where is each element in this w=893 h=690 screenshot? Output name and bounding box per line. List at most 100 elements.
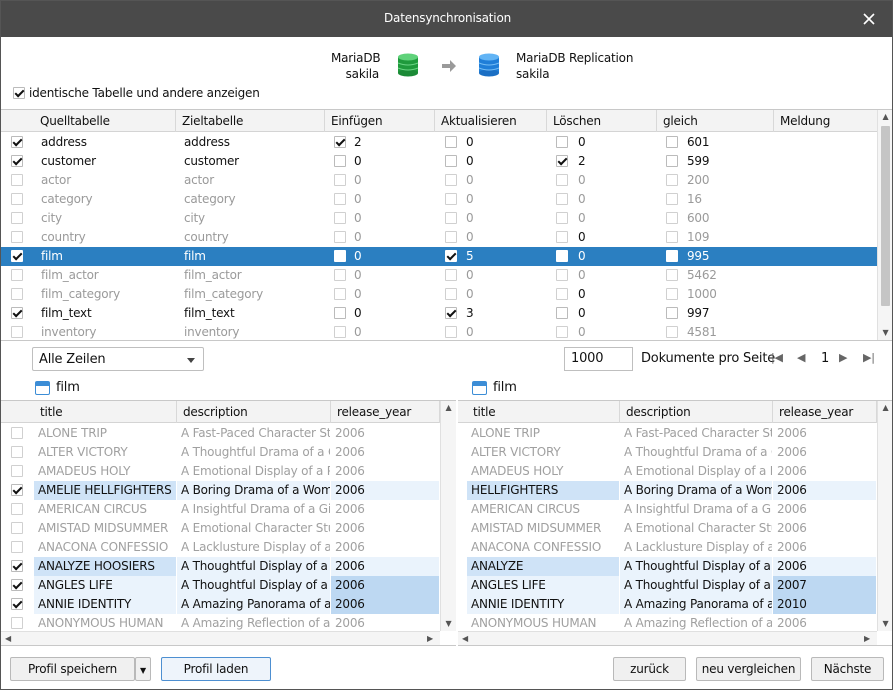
- scroll-right-icon[interactable]: ▶: [864, 632, 870, 645]
- row-checkbox[interactable]: [445, 250, 457, 262]
- table-row[interactable]: customer customer 0 0 2 599: [1, 152, 878, 171]
- row-checkbox[interactable]: [556, 155, 568, 167]
- row-checkbox[interactable]: [445, 155, 457, 167]
- data-row[interactable]: ANGLES LIFEA Thoughtful Display of a Wom…: [1, 576, 440, 595]
- row-checkbox[interactable]: [11, 427, 23, 439]
- row-checkbox[interactable]: [445, 231, 457, 243]
- column-header[interactable]: release_year: [331, 401, 440, 423]
- row-checkbox[interactable]: [334, 326, 346, 338]
- row-checkbox[interactable]: [445, 326, 457, 338]
- close-icon[interactable]: [860, 10, 878, 28]
- target-vertical-scrollbar[interactable]: ▲ ▼: [877, 401, 892, 631]
- row-checkbox[interactable]: [556, 174, 568, 186]
- save-profile-dropdown[interactable]: ▼: [135, 657, 151, 681]
- table-row[interactable]: inventory inventory 0 0 0 4581: [1, 323, 878, 342]
- row-checkbox[interactable]: [666, 250, 678, 262]
- target-horizontal-scrollbar[interactable]: ◀ ▶: [458, 631, 877, 645]
- scroll-down-icon[interactable]: ▼: [878, 326, 892, 340]
- column-header[interactable]: Zieltabelle: [176, 110, 325, 132]
- row-checkbox[interactable]: [666, 231, 678, 243]
- column-header[interactable]: gleich: [657, 110, 774, 132]
- save-profile-button[interactable]: Profil speichern: [10, 657, 135, 681]
- data-row[interactable]: AMISTAD MIDSUMMER A Emotional Character S…: [458, 519, 877, 538]
- compare-again-button[interactable]: neu vergleichen: [696, 657, 801, 681]
- table-row[interactable]: category category 0 0 0 16: [1, 190, 878, 209]
- row-checkbox[interactable]: [666, 212, 678, 224]
- row-checkbox[interactable]: [666, 193, 678, 205]
- data-row[interactable]: ANNIE IDENTITYA Amazing Panorama of a Pa…: [1, 595, 440, 614]
- table-row[interactable]: film_category film_category 0 0 0 1000: [1, 285, 878, 304]
- row-checkbox[interactable]: [11, 579, 23, 591]
- row-checkbox[interactable]: [666, 155, 678, 167]
- table-row[interactable]: actor actor 0 0 0 200: [1, 171, 878, 190]
- row-checkbox[interactable]: [11, 250, 23, 262]
- column-header[interactable]: Meldung: [774, 110, 878, 132]
- row-checkbox[interactable]: [11, 465, 23, 477]
- row-checkbox[interactable]: [334, 174, 346, 186]
- data-row[interactable]: AMADEUS HOLY A Emotional Display of a Pio…: [458, 462, 877, 481]
- data-row[interactable]: AMERICAN CIRCUS A Insightful Drama of a G…: [458, 500, 877, 519]
- data-row[interactable]: ANGLES LIFEA Thoughtful Display of a Wom…: [458, 576, 877, 595]
- row-checkbox[interactable]: [666, 174, 678, 186]
- row-checkbox[interactable]: [334, 269, 346, 281]
- row-checkbox[interactable]: [666, 307, 678, 319]
- last-page-icon[interactable]: ▶|: [863, 351, 875, 364]
- table-row[interactable]: film_actor film_actor 0 0 0 5462: [1, 266, 878, 285]
- column-header[interactable]: Quelltabelle: [34, 110, 176, 132]
- row-checkbox[interactable]: [445, 136, 457, 148]
- prev-page-icon[interactable]: ◀: [797, 351, 805, 364]
- column-header[interactable]: Einfügen: [325, 110, 435, 132]
- row-checkbox[interactable]: [11, 193, 23, 205]
- row-checkbox[interactable]: [445, 307, 457, 319]
- row-checkbox[interactable]: [11, 288, 23, 300]
- row-checkbox[interactable]: [666, 326, 678, 338]
- row-checkbox[interactable]: [334, 136, 346, 148]
- row-checkbox[interactable]: [11, 522, 23, 534]
- row-checkbox[interactable]: [666, 288, 678, 300]
- data-row[interactable]: ANALYZE HOOSIERS A Thoughtful Display of …: [1, 557, 440, 576]
- scroll-right-icon[interactable]: ▶: [427, 632, 433, 645]
- row-checkbox[interactable]: [445, 269, 457, 281]
- data-row[interactable]: ALONE TRIP A Fast-Paced Character Study 20…: [458, 424, 877, 443]
- row-checkbox[interactable]: [556, 193, 568, 205]
- source-horizontal-scrollbar[interactable]: ◀ ▶: [1, 631, 440, 645]
- row-checkbox[interactable]: [666, 136, 678, 148]
- row-checkbox[interactable]: [334, 231, 346, 243]
- scrollbar-thumb[interactable]: [881, 126, 890, 306]
- row-checkbox[interactable]: [11, 617, 23, 629]
- row-checkbox[interactable]: [334, 307, 346, 319]
- data-row[interactable]: ANALYZEA Thoughtful Display of a Explore…: [458, 557, 877, 576]
- data-row[interactable]: ALTER VICTORY A Thoughtful Drama of a Com…: [1, 443, 440, 462]
- data-row[interactable]: ALONE TRIP A Fast-Paced Character Study 20…: [1, 424, 440, 443]
- scroll-up-icon[interactable]: ▲: [441, 401, 456, 415]
- row-checkbox[interactable]: [556, 307, 568, 319]
- table-row[interactable]: film film 0 5 0 995: [1, 247, 878, 266]
- source-vertical-scrollbar[interactable]: ▲ ▼: [440, 401, 456, 631]
- row-checkbox[interactable]: [11, 541, 23, 553]
- row-checkbox[interactable]: [11, 231, 23, 243]
- data-row[interactable]: AMERICAN CIRCUS A Insightful Drama of a G…: [1, 500, 440, 519]
- row-checkbox[interactable]: [334, 193, 346, 205]
- table-row[interactable]: country country 0 0 0 109: [1, 228, 878, 247]
- table-row[interactable]: address address 2 0 0 601: [1, 133, 878, 152]
- column-header[interactable]: Aktualisieren: [435, 110, 547, 132]
- row-checkbox[interactable]: [445, 193, 457, 205]
- row-checkbox[interactable]: [11, 503, 23, 515]
- scroll-down-icon[interactable]: ▼: [441, 617, 456, 631]
- row-checkbox[interactable]: [11, 307, 23, 319]
- column-header[interactable]: Löschen: [547, 110, 657, 132]
- data-row[interactable]: ANACONA CONFESSIO A Lacklusture Display o…: [1, 538, 440, 557]
- row-checkbox[interactable]: [11, 136, 23, 148]
- row-checkbox[interactable]: [445, 174, 457, 186]
- row-checkbox[interactable]: [556, 212, 568, 224]
- scroll-up-icon[interactable]: ▲: [878, 401, 892, 415]
- row-checkbox[interactable]: [11, 174, 23, 186]
- column-header[interactable]: title: [467, 401, 620, 423]
- column-header[interactable]: description: [620, 401, 773, 423]
- row-checkbox[interactable]: [666, 269, 678, 281]
- scroll-left-icon[interactable]: ◀: [462, 632, 468, 645]
- data-row[interactable]: HELLFIGHTERSA Boring Drama of a Woman200…: [458, 481, 877, 500]
- row-checkbox[interactable]: [334, 212, 346, 224]
- row-checkbox[interactable]: [11, 484, 23, 496]
- row-checkbox[interactable]: [445, 212, 457, 224]
